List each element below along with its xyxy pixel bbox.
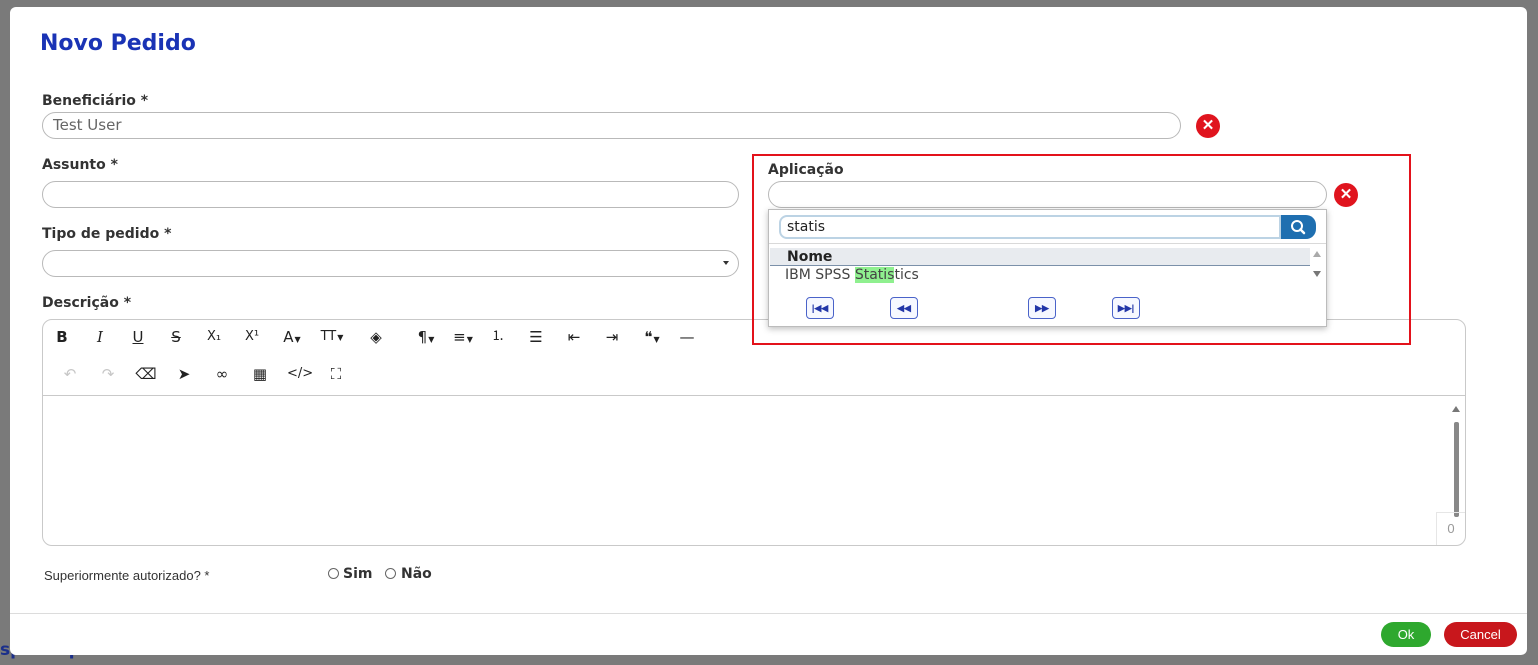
dropdown-scroll-up-icon[interactable] [1313, 251, 1321, 257]
modal-title: Novo Pedido [40, 31, 196, 56]
font-color-icon[interactable]: A▼ [277, 326, 307, 348]
char-counter: 0 [1436, 512, 1465, 545]
autorizado-label: Superiormente autorizado? * [44, 568, 210, 583]
underline-icon[interactable]: U [127, 326, 149, 348]
fullscreen-icon[interactable]: ⛶ [325, 363, 347, 385]
clear-beneficiario-icon[interactable]: ✕ [1196, 114, 1220, 138]
paint-bucket-icon[interactable]: ◈ [365, 326, 387, 348]
editor-scrollbar[interactable] [1451, 404, 1461, 519]
radio-nao[interactable] [385, 568, 396, 579]
dropdown-scroll-down-icon[interactable] [1313, 271, 1321, 277]
scroll-thumb[interactable] [1454, 422, 1459, 517]
scroll-up-icon[interactable] [1452, 406, 1460, 412]
radio-sim-label[interactable]: Sim [343, 566, 372, 582]
paragraph-icon[interactable]: ¶▼ [411, 326, 441, 348]
subscript-icon[interactable]: X₁ [203, 326, 225, 348]
cursor-icon[interactable]: ➤ [173, 363, 195, 385]
column-header-nome[interactable]: Nome [770, 248, 1310, 266]
align-icon[interactable]: ≡▼ [448, 326, 478, 348]
rich-text-editor: B I U S X₁ X¹ A▼ TT▼ ◈ ¶▼ ≡▼ ⒈ ☰ ⇤ ⇥ ❝▼ … [42, 319, 1466, 546]
descricao-label: Descrição * [42, 295, 132, 311]
superscript-icon[interactable]: X¹ [241, 326, 263, 348]
eraser-icon[interactable]: ⌫ [135, 363, 157, 385]
tipo-pedido-select[interactable] [42, 250, 739, 277]
bold-icon[interactable]: B [51, 326, 73, 348]
dropdown-divider [769, 243, 1326, 244]
result-suffix: tics [894, 267, 919, 283]
ordered-list-icon[interactable]: ⒈ [487, 326, 509, 348]
tipo-pedido-label: Tipo de pedido * [42, 226, 172, 242]
indent-icon[interactable]: ⇥ [601, 326, 623, 348]
redo-icon[interactable]: ↷ [97, 363, 119, 385]
dropdown-search-input[interactable]: statis [779, 215, 1281, 239]
last-page-icon[interactable]: ▶▶| [1112, 297, 1140, 319]
assunto-input[interactable] [42, 181, 739, 208]
result-prefix: IBM SPSS [785, 267, 855, 283]
strikethrough-icon[interactable]: S [165, 326, 187, 348]
radio-sim[interactable] [328, 568, 339, 579]
link-icon[interactable]: ∞ [211, 363, 233, 385]
quote-icon[interactable]: ❝▼ [637, 326, 667, 348]
chevron-down-icon [723, 261, 729, 265]
result-row[interactable]: IBM SPSS Statistics [785, 267, 919, 283]
unordered-list-icon[interactable]: ☰ [525, 326, 547, 348]
table-icon[interactable]: ▦ [249, 363, 271, 385]
radio-nao-label[interactable]: Não [401, 566, 432, 582]
prev-page-icon[interactable]: ◀◀ [890, 297, 918, 319]
undo-icon[interactable]: ↶ [59, 363, 81, 385]
code-icon[interactable]: </> [287, 363, 313, 385]
new-request-modal: Novo Pedido Beneficiário * Test User ✕ A… [10, 7, 1527, 655]
first-page-icon[interactable]: |◀◀ [806, 297, 834, 319]
result-match: Statis [854, 267, 895, 283]
aplicacao-dropdown: statis Nome IBM SPSS Statistics |◀◀ ◀◀ ▶… [768, 209, 1327, 327]
italic-icon[interactable]: I [89, 326, 111, 348]
next-page-icon[interactable]: ▶▶ [1028, 297, 1056, 319]
cancel-button[interactable]: Cancel [1444, 622, 1517, 647]
footer-divider [10, 613, 1527, 614]
assunto-label: Assunto * [42, 157, 118, 173]
beneficiario-label: Beneficiário * [42, 93, 149, 109]
ok-button[interactable]: Ok [1381, 622, 1431, 647]
search-icon [1291, 220, 1306, 235]
beneficiario-input[interactable]: Test User [42, 112, 1181, 139]
horizontal-rule-icon[interactable]: — [676, 326, 698, 348]
font-size-icon[interactable]: TT▼ [315, 326, 349, 348]
toolbar-divider [43, 395, 1465, 396]
search-button[interactable] [1281, 215, 1316, 239]
outdent-icon[interactable]: ⇤ [563, 326, 585, 348]
